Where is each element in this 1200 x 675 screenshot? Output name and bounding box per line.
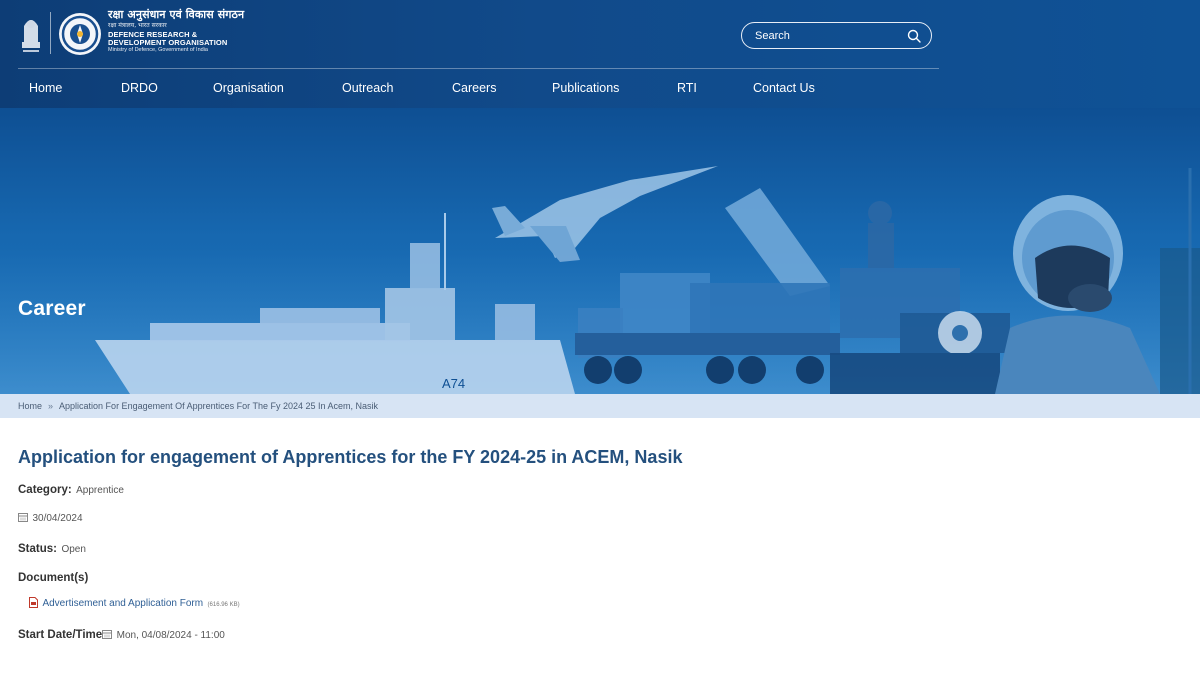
documents-label: Document(s) <box>18 572 89 584</box>
national-emblem-icon <box>22 20 40 52</box>
logo-divider <box>50 12 51 54</box>
nav-rti[interactable]: RTI <box>677 70 697 108</box>
start-datetime-value: Mon, 04/08/2024 - 11:00 <box>116 630 225 641</box>
category-row: Category: Apprentice <box>18 480 124 498</box>
org-name-line2: DEVELOPMENT ORGANISATION <box>108 37 228 47</box>
breadcrumb-home[interactable]: Home <box>18 401 42 411</box>
drdo-logo-icon[interactable] <box>58 12 102 56</box>
date-row: 30/04/2024 <box>18 508 83 526</box>
status-value: Open <box>61 544 86 555</box>
banner-title: Career <box>18 297 86 320</box>
organisation-name: रक्षा अनुसंधान एवं विकास संगठन रक्षा मंत… <box>108 9 244 53</box>
calendar-icon <box>102 630 113 639</box>
search-box <box>741 22 932 49</box>
ministry-text: Ministry of Defence, Government of India <box>108 46 208 53</box>
category-label: Category: <box>18 484 72 496</box>
nav-home[interactable]: Home <box>29 70 62 108</box>
org-name-hindi: रक्षा अनुसंधान एवं विकास संगठन <box>108 8 245 21</box>
start-datetime-row: Start Date/Time Mon, 04/08/2024 - 11:00 <box>18 625 225 643</box>
breadcrumb: Home » Application For Engagement Of App… <box>0 394 1200 418</box>
org-subtitle-hindi: रक्षा मंत्रालय, भारत सरकार <box>108 21 167 29</box>
page-title: Application for engagement of Apprentice… <box>18 447 683 467</box>
ship-hull-number: A74 <box>442 376 465 391</box>
posted-date: 30/04/2024 <box>32 513 83 524</box>
document-row: Advertisement and Application Form (616.… <box>29 593 240 611</box>
main-nav: Home DRDO Organisation Outreach Careers … <box>0 70 940 108</box>
documents-heading-row: Document(s) <box>18 568 88 586</box>
status-label: Status: <box>18 543 57 555</box>
site-header: रक्षा अनुसंधान एवं विकास संगठन रक्षा मंत… <box>0 0 1200 108</box>
search-icon[interactable] <box>907 29 921 43</box>
document-size: (616.96 KB) <box>207 602 240 608</box>
breadcrumb-current: Application For Engagement Of Apprentice… <box>59 401 379 411</box>
category-value: Apprentice <box>76 485 124 496</box>
banner-illustration: A74 <box>0 166 1200 394</box>
nav-drdo[interactable]: DRDO <box>121 70 158 108</box>
nav-contact-us[interactable]: Contact Us <box>753 70 815 108</box>
nav-careers[interactable]: Careers <box>452 70 496 108</box>
breadcrumb-separator: » <box>48 401 54 411</box>
header-divider <box>18 68 939 69</box>
search-input[interactable] <box>755 29 907 42</box>
career-banner: A74 Career <box>0 108 1200 394</box>
nav-organisation[interactable]: Organisation <box>213 70 284 108</box>
pdf-file-icon <box>29 597 38 608</box>
nav-publications[interactable]: Publications <box>552 70 619 108</box>
status-row: Status: Open <box>18 539 86 557</box>
calendar-icon <box>18 513 28 522</box>
document-download-link[interactable]: Advertisement and Application Form <box>42 598 203 609</box>
fighter-jet-illustration <box>492 166 718 262</box>
nav-outreach[interactable]: Outreach <box>342 70 393 108</box>
start-datetime-label: Start Date/Time <box>18 629 103 641</box>
